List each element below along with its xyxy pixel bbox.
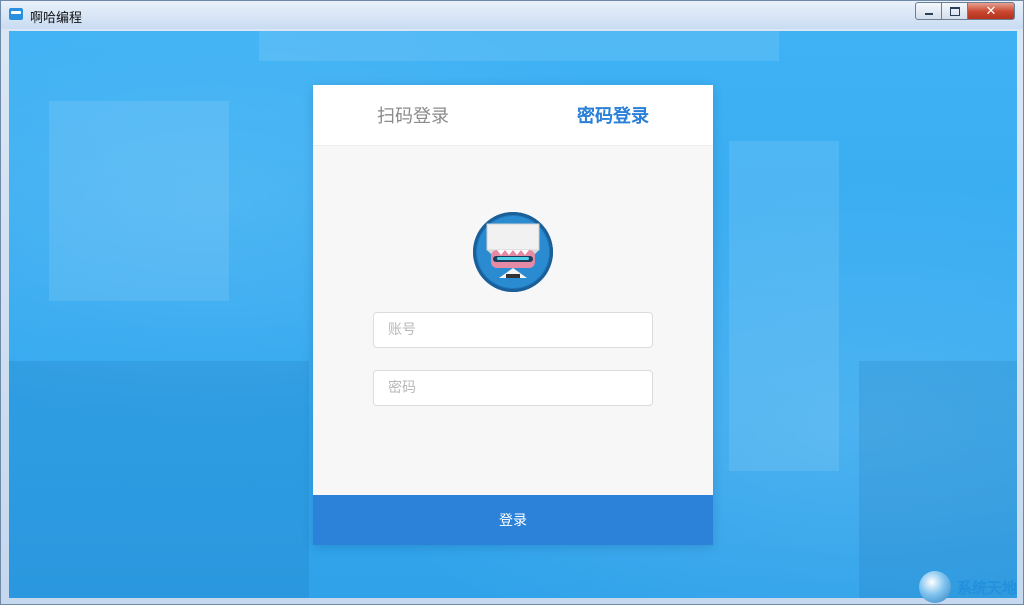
close-button[interactable]: ✕ — [967, 2, 1015, 20]
login-button-label: 登录 — [499, 513, 527, 529]
globe-logo-icon — [919, 571, 951, 603]
watermark-text: 系统天地 — [957, 578, 1018, 597]
robot-mascot-avatar-icon — [477, 216, 549, 288]
app-logo-icon — [9, 8, 23, 20]
login-button[interactable]: 登录 — [313, 495, 713, 545]
minimize-button[interactable] — [915, 2, 942, 20]
background-decoration — [729, 141, 839, 471]
main-content: 扫码登录 密码登录 登录 — [9, 31, 1017, 598]
background-decoration — [259, 31, 779, 61]
background-decoration — [859, 361, 1017, 598]
app-window: 啊哈编程 ✕ 扫码登录 密码登录 账号 登录 系统天地 — [0, 0, 1024, 605]
password-input[interactable] — [373, 370, 653, 406]
window-title: 啊哈编程 — [30, 11, 83, 26]
login-panel: 扫码登录 密码登录 登录 — [313, 85, 713, 545]
minimize-icon — [924, 13, 933, 15]
tab-qr-login[interactable]: 扫码登录 — [313, 102, 513, 128]
tab-password-login[interactable]: 密码登录 — [513, 102, 713, 128]
background-decoration — [9, 361, 309, 598]
watermark: 系统天地 — [919, 571, 1017, 603]
maximize-button[interactable] — [941, 2, 968, 20]
account-input[interactable] — [373, 312, 653, 348]
login-tabs: 扫码登录 密码登录 — [313, 85, 713, 146]
close-icon: ✕ — [985, 3, 997, 19]
background-decoration — [49, 101, 229, 301]
avatar — [473, 212, 553, 292]
maximize-icon — [949, 6, 960, 16]
title-bar[interactable]: 啊哈编程 ✕ — [1, 1, 1023, 29]
